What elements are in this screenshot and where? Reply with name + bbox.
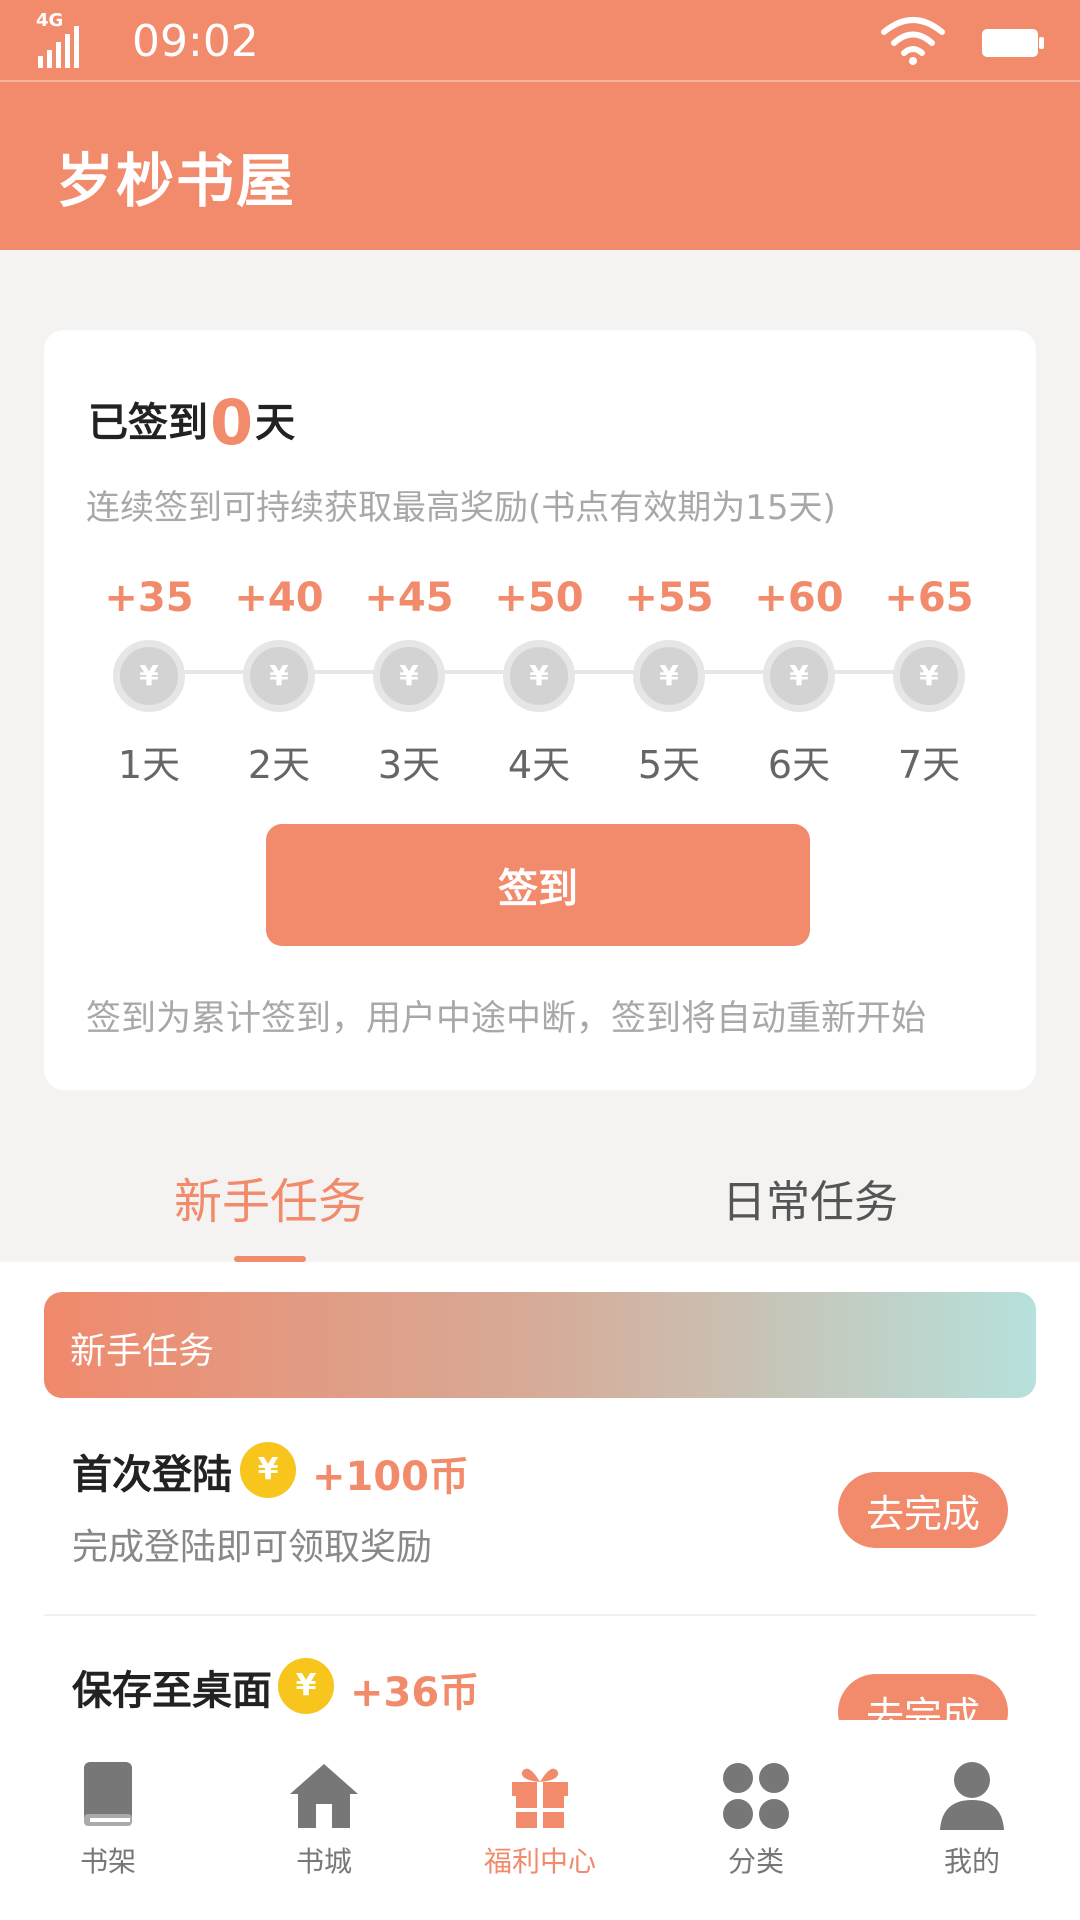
signin-title-suffix: 天 — [255, 400, 296, 446]
signin-subtitle: 连续签到可持续获取最高奖励(书点有效期为15天) — [86, 488, 836, 528]
task-row: 首次登陆 ¥ +100币 完成登陆即可领取奖励 去完成 — [44, 1442, 1036, 1642]
nav-label: 福利中心 — [483, 1845, 596, 1878]
tab-newbie-tasks[interactable]: 新手任务 — [160, 1162, 380, 1232]
complete-task-button[interactable]: 去完成 — [838, 1674, 1008, 1720]
task-reward: +36币 — [350, 1670, 480, 1716]
day-label: 4天 — [507, 743, 571, 787]
coin-symbol: ¥ — [139, 659, 159, 692]
nav-item-profile[interactable]: 我的 — [864, 1756, 1080, 1880]
wifi-icon — [881, 17, 945, 65]
signin-days: +35 ¥ 1天 +40 ¥ 2天 +45 ¥ 3天 +50 ¥ 4天 +55 … — [74, 570, 1004, 787]
task-tabs: 新手任务 日常任务 — [0, 1110, 1080, 1262]
bookshelf-icon — [84, 1762, 132, 1826]
day-label: 7天 — [897, 743, 961, 787]
day-reward: +65 — [884, 575, 974, 621]
day-label: 3天 — [377, 743, 441, 787]
task-description: 完成登陆即可领取奖励 — [72, 1527, 433, 1568]
user-icon — [940, 1762, 1004, 1830]
task-name: 首次登陆 — [72, 1452, 232, 1498]
day-label: 1天 — [117, 743, 181, 787]
task-banner-title: 新手任务 — [70, 1331, 215, 1372]
battery-icon — [982, 29, 1044, 57]
day-item: +35 ¥ 1天 — [84, 570, 214, 789]
signin-days-count: 0 — [210, 386, 254, 459]
day-item: +40 ¥ 2天 — [214, 570, 344, 789]
coin-icon: ¥ — [240, 1442, 296, 1498]
day-label: 2天 — [247, 743, 311, 787]
coin-symbol: ¥ — [399, 659, 419, 692]
day-reward: +55 — [624, 575, 714, 621]
nav-label: 分类 — [727, 1845, 784, 1878]
nav-item-bookshelf[interactable]: 书架 — [0, 1756, 216, 1880]
signin-note: 签到为累计签到，用户中途中断，签到将自动重新开始 — [86, 999, 927, 1039]
coin-icon: ¥ — [893, 640, 965, 712]
day-reward: +35 — [104, 575, 194, 621]
status-bar: 4G 09:02 — [0, 0, 1080, 82]
app-bar: 岁杪书屋 — [0, 82, 1080, 250]
day-reward: +40 — [234, 575, 324, 621]
bottom-nav: 书架 书城 福利中心 分类 我的 — [0, 1720, 1080, 1920]
signin-title: 已签到0天 — [88, 392, 295, 454]
coin-symbol: ¥ — [919, 659, 939, 692]
coin-icon: ¥ — [373, 640, 445, 712]
signin-button[interactable]: 签到 — [266, 824, 810, 946]
complete-task-button[interactable]: 去完成 — [838, 1472, 1008, 1548]
day-item: +55 ¥ 5天 — [604, 570, 734, 789]
day-item: +45 ¥ 3天 — [344, 570, 474, 789]
day-item: +65 ¥ 7天 — [864, 570, 994, 789]
coin-symbol: ¥ — [269, 659, 289, 692]
task-banner: 新手任务 — [44, 1292, 1036, 1398]
nav-label: 书架 — [79, 1845, 136, 1878]
day-label: 6天 — [767, 743, 831, 787]
home-icon — [290, 1764, 358, 1828]
task-row: 保存至桌面 ¥ +36币 去完成 — [44, 1658, 1036, 1720]
day-item: +60 ¥ 6天 — [734, 570, 864, 789]
tab-daily-tasks[interactable]: 日常任务 — [700, 1166, 920, 1230]
gift-icon — [512, 1768, 568, 1828]
signin-title-prefix: 已签到 — [88, 400, 208, 446]
coin-icon: ¥ — [503, 640, 575, 712]
nav-item-category[interactable]: 分类 — [648, 1756, 864, 1880]
task-section: 新手任务 首次登陆 ¥ +100币 完成登陆即可领取奖励 去完成 保存至桌面 ¥… — [0, 1262, 1080, 1720]
task-name: 保存至桌面 — [72, 1668, 272, 1714]
network-type: 4G — [36, 10, 64, 31]
signin-card: 已签到0天 连续签到可持续获取最高奖励(书点有效期为15天) +35 ¥ 1天 … — [44, 330, 1036, 1090]
day-reward: +50 — [494, 575, 584, 621]
nav-item-rewards[interactable]: 福利中心 — [432, 1756, 648, 1880]
day-reward: +45 — [364, 575, 454, 621]
nav-item-bookstore[interactable]: 书城 — [216, 1756, 432, 1880]
nav-label: 我的 — [943, 1845, 1000, 1878]
coin-icon: ¥ — [243, 640, 315, 712]
coin-icon: ¥ — [278, 1658, 334, 1714]
clock: 09:02 — [132, 16, 259, 67]
app-title: 岁杪书屋 — [56, 147, 297, 215]
row-divider — [44, 1614, 1036, 1616]
coin-icon: ¥ — [763, 640, 835, 712]
category-icon — [723, 1763, 789, 1829]
day-item: +50 ¥ 4天 — [474, 570, 604, 789]
coin-symbol: ¥ — [789, 659, 809, 692]
task-reward: +100币 — [312, 1454, 470, 1500]
coin-symbol: ¥ — [529, 659, 549, 692]
nav-label: 书城 — [295, 1845, 352, 1878]
coin-icon: ¥ — [113, 640, 185, 712]
day-reward: +60 — [754, 575, 844, 621]
coin-icon: ¥ — [633, 640, 705, 712]
day-label: 5天 — [637, 743, 701, 787]
coin-symbol: ¥ — [659, 659, 679, 692]
